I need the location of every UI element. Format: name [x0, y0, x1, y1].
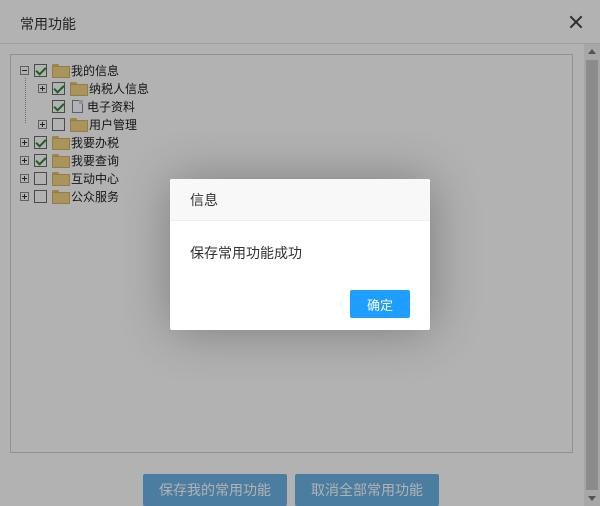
modal-body: 保存常用功能成功 [170, 221, 430, 291]
modal-footer: 确定 [350, 290, 410, 318]
modal-message: 保存常用功能成功 [190, 246, 302, 262]
modal-title: 信息 [190, 192, 218, 209]
confirm-button[interactable]: 确定 [350, 290, 410, 318]
info-modal: 信息 保存常用功能成功 确定 [170, 179, 430, 330]
modal-header: 信息 [170, 179, 430, 221]
